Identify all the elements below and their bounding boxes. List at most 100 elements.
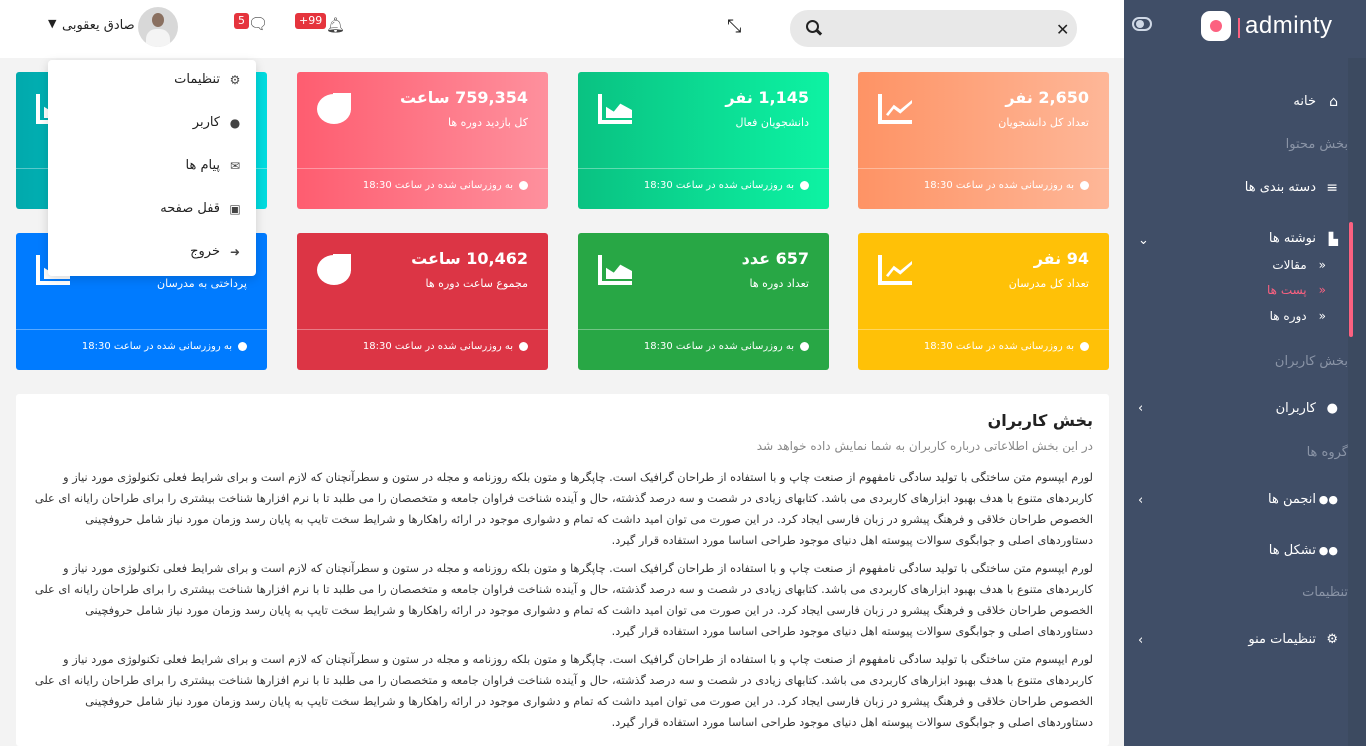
line-chart-icon (878, 255, 912, 285)
sidebar-item-menu-settings[interactable]: ⚙ تنظیمات منو (1248, 632, 1338, 647)
avatar[interactable] (138, 7, 178, 47)
stat-value: 657 عدد (741, 249, 809, 268)
stat-value: 2,650 نفر (1005, 88, 1089, 107)
menu-item-lock[interactable]: ▣ قفل صفحه (160, 201, 242, 216)
clock-icon (519, 181, 528, 190)
sidebar-item-label: دسته بندی ها (1244, 180, 1316, 195)
sidebar-item-categories[interactable]: ≡ دسته بندی ها (1245, 180, 1338, 195)
stat-footer: به روزرسانی شده در ساعت 18:30 (363, 180, 528, 191)
chevron-left-icon[interactable]: ‹ (1138, 401, 1143, 416)
menu-item-settings[interactable]: ⚙ تنظیمات (174, 72, 242, 87)
stat-footer: به روزرسانی شده در ساعت 18:30 (82, 341, 247, 352)
chat-icon[interactable]: 🗨︎ (248, 14, 268, 33)
stat-card[interactable]: 2,650 نفر تعداد کل دانشجویان به روزرسانی… (858, 72, 1109, 209)
stat-footer-text: به روزرسانی شده در ساعت 18:30 (643, 341, 794, 352)
sidebar-item-users[interactable]: ● کاربران (1276, 401, 1338, 416)
stat-label: تعداد کل مدرسان (1008, 277, 1089, 290)
panel-subtitle: در این بخش اطلاعاتی درباره کاربران به شم… (756, 439, 1093, 453)
users-icon: ●● (1318, 492, 1338, 506)
stat-footer: به روزرسانی شده در ساعت 18:30 (924, 341, 1089, 352)
area-chart-icon (598, 255, 632, 285)
stat-value: 1,145 نفر (725, 88, 809, 107)
stat-value: 94 نفر (1033, 249, 1089, 268)
logo-icon[interactable] (1201, 11, 1231, 41)
sidebar-subitem-articles[interactable]: « مقالات (1272, 258, 1326, 272)
stat-footer: به روزرسانی شده در ساعت 18:30 (644, 341, 809, 352)
sidebar-subitem-courses[interactable]: « دوره ها (1270, 309, 1326, 323)
sidebar-item-label: خانه (1293, 94, 1316, 109)
stat-footer: به روزرسانی شده در ساعت 18:30 (363, 341, 528, 352)
sidebar-heading-settings: تنظیمات (1302, 585, 1348, 600)
stat-label: پرداختی به مدرسان (157, 277, 247, 290)
bar-chart-icon: ▙ (1328, 231, 1338, 246)
users-panel: بخش کاربران در این بخش اطلاعاتی درباره ک… (16, 394, 1109, 746)
clock-icon (800, 342, 809, 351)
area-chart-icon (598, 94, 632, 124)
stat-label: تعداد کل دانشجویان (998, 116, 1089, 129)
sidebar-item-home[interactable]: ⌂ خانه (1293, 94, 1338, 109)
search-icon[interactable] (806, 20, 820, 34)
stat-card[interactable]: 759,354 ساعت کل بازدید دوره ها به روزرسا… (297, 72, 548, 209)
clock-icon (1080, 342, 1089, 351)
sidebar-item-organizations[interactable]: ●● تشکل ها (1269, 543, 1338, 558)
panel-paragraph: لورم ایپسوم متن ساختگی با تولید سادگی نا… (34, 562, 1093, 638)
chevron-down-icon[interactable]: ⌄ (1138, 233, 1149, 248)
stat-value: 10,462 ساعت (411, 249, 528, 268)
stat-footer: به روزرسانی شده در ساعت 18:30 (644, 180, 809, 191)
toggle-icon[interactable] (1132, 17, 1152, 31)
stat-label: تعداد دوره ها (749, 277, 809, 290)
user-icon: ● (229, 115, 241, 130)
line-chart-icon (878, 94, 912, 124)
sidebar-item-posts[interactable]: ▙ نوشته ها (1269, 231, 1338, 246)
panel-title: بخش کاربران (987, 411, 1093, 430)
stat-footer-text: به روزرسانی شده در ساعت 18:30 (362, 341, 513, 352)
search-bar[interactable]: ✕ (790, 10, 1077, 47)
pie-chart-icon (317, 93, 351, 124)
menu-item-logout[interactable]: ➜ خروج (190, 244, 242, 259)
brand-name[interactable]: adminty (1245, 12, 1333, 40)
menu-item-messages[interactable]: ✉ پیام ها (186, 158, 243, 173)
message-badge: 5 (234, 13, 249, 29)
pie-chart-icon (317, 254, 351, 285)
sidebar-subitem-posts[interactable]: « پست ها (1267, 283, 1326, 297)
chevron-left-icon[interactable]: ‹ (1138, 633, 1143, 648)
stat-footer-text: به روزرسانی شده در ساعت 18:30 (643, 180, 794, 191)
stat-footer-text: به روزرسانی شده در ساعت 18:30 (923, 341, 1074, 352)
clock-icon (519, 342, 528, 351)
menu-item-label: خروج (190, 244, 220, 259)
chevron-left-icon[interactable]: ‹ (1138, 493, 1143, 508)
stat-footer: به روزرسانی شده در ساعت 18:30 (924, 180, 1089, 191)
double-chevron-icon: « (1318, 283, 1326, 297)
bell-icon[interactable]: 🔔︎ (326, 16, 345, 34)
close-icon[interactable]: ✕ (1056, 20, 1069, 39)
sidebar-subitem-label: پست ها (1267, 283, 1307, 297)
stat-footer-text: به روزرسانی شده در ساعت 18:30 (362, 180, 513, 191)
users-icon: ●● (1318, 543, 1338, 557)
panel-paragraph: لورم ایپسوم متن ساختگی با تولید سادگی نا… (34, 471, 1093, 547)
sidebar-heading-users: بخش کاربران (1274, 354, 1348, 369)
stat-card[interactable]: 94 نفر تعداد کل مدرسان به روزرسانی شده د… (858, 233, 1109, 370)
clock-icon (238, 342, 247, 351)
menu-item-label: قفل صفحه (160, 201, 220, 216)
panel-paragraph: لورم ایپسوم متن ساختگی با تولید سادگی نا… (34, 653, 1093, 729)
envelope-icon: ✉ (229, 158, 241, 173)
sidebar-heading-content: بخش محتوا (1285, 137, 1348, 152)
chevron-down-icon[interactable]: ▼ (48, 17, 56, 30)
menu-item-label: کاربر (192, 115, 220, 130)
home-icon: ⌂ (1329, 93, 1338, 110)
sidebar-subitem-label: مقالات (1272, 258, 1307, 272)
list-icon: ≡ (1326, 179, 1338, 196)
sidebar-scrollbar-thumb[interactable] (1349, 222, 1353, 337)
stat-label: مجموع ساعت دوره ها (425, 277, 528, 290)
user-name[interactable]: صادق یعقوبی (62, 18, 135, 33)
stat-card[interactable]: 10,462 ساعت مجموع ساعت دوره ها به روزرسا… (297, 233, 548, 370)
sidebar-item-forums[interactable]: ●● انجمن ها (1268, 492, 1338, 507)
stat-card[interactable]: 1,145 نفر دانشجویان فعال به روزرسانی شده… (578, 72, 829, 209)
fullscreen-icon[interactable]: ⤡ (727, 16, 741, 37)
stat-card[interactable]: 657 عدد تعداد دوره ها به روزرسانی شده در… (578, 233, 829, 370)
sidebar-item-label: تشکل ها (1268, 543, 1316, 558)
sidebar-scrollbar[interactable] (1348, 58, 1366, 746)
menu-item-user[interactable]: ● کاربر (193, 115, 242, 130)
search-input[interactable] (830, 18, 1040, 38)
stat-label: کل بازدید دوره ها (448, 116, 528, 129)
